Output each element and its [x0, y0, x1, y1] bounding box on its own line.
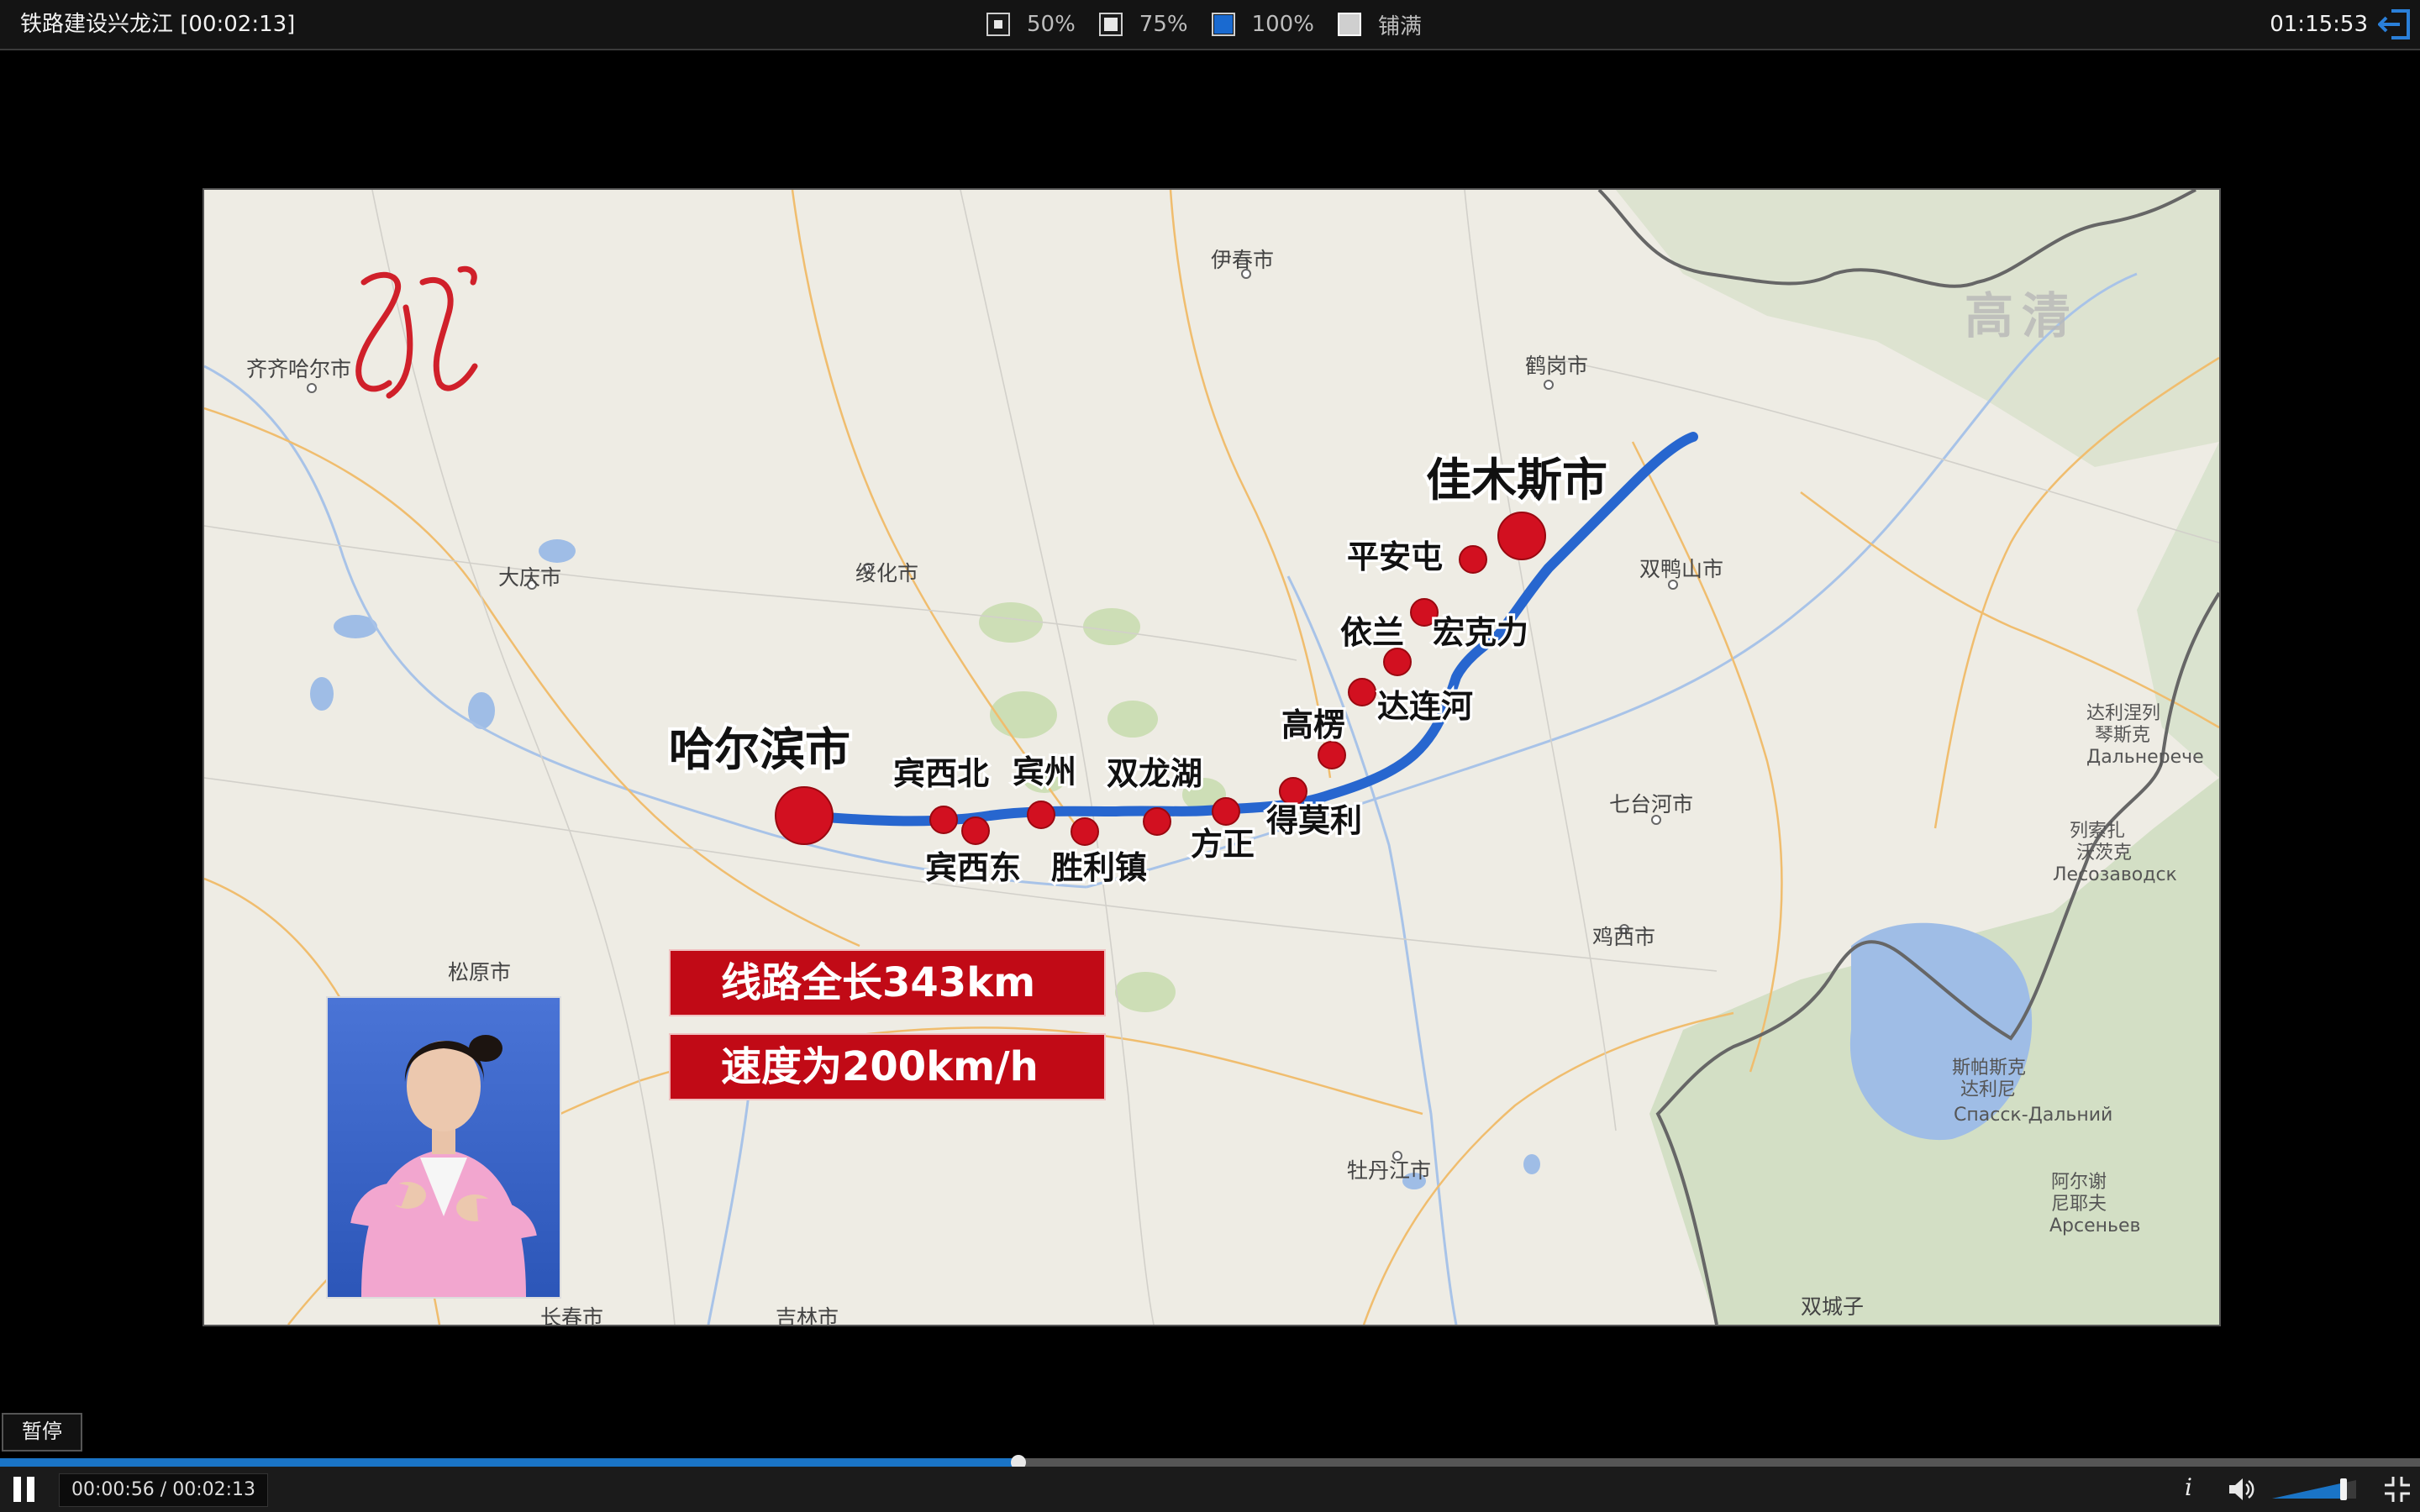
foreign-label: 琴斯克 [2095, 725, 2150, 746]
station-label: 胜利镇 [1051, 849, 1147, 886]
city-label: 吉林市 [776, 1305, 839, 1325]
city-label: 牡丹江市 [1347, 1158, 1431, 1183]
city-label: 绥化市 [855, 561, 918, 585]
city-label: 双鸭山市 [1639, 557, 1723, 581]
terminal-marker-jiamusi [1497, 512, 1546, 560]
station-label: 得莫利 [1266, 802, 1362, 839]
foreign-label: 达利尼 [1960, 1079, 2016, 1100]
station-marker [961, 816, 990, 845]
foreign-label: Арсеньев [2049, 1215, 2141, 1236]
speaker-icon [2229, 1478, 2254, 1500]
city-label: 长春市 [540, 1305, 603, 1325]
volume-button[interactable] [2227, 1475, 2257, 1504]
seek-bar[interactable] [0, 1455, 2420, 1470]
zoom-100-checkbox-icon [1211, 13, 1235, 36]
zoom-fill-label: 铺满 [1377, 13, 1422, 39]
zoom-50-option[interactable]: 50% [986, 12, 1082, 37]
station-label: 平安屯 [1347, 538, 1443, 575]
hd-watermark: 高清 [1965, 287, 2079, 344]
city-label: 松原市 [448, 960, 511, 984]
clock: 01:15:53 [2270, 12, 2368, 37]
zoom-fill-option[interactable]: 铺满 [1337, 9, 1428, 40]
title-bar: 铁路建设兴龙江 [00:02:13] 50% 75% 100% 铺满 01:15… [0, 0, 2420, 50]
seek-bar-played [0, 1458, 1019, 1467]
station-marker [1348, 678, 1376, 706]
station-label: 高楞 [1281, 706, 1345, 743]
city-label: 鹤岗市 [1525, 354, 1588, 378]
foreign-label: 尼耶夫 [2051, 1194, 2107, 1215]
zoom-50-checkbox-icon [986, 13, 1010, 36]
city-label: 七台河市 [1609, 792, 1693, 816]
video-title: 铁路建设兴龙江 [00:02:13] [20, 12, 296, 37]
station-label: 宾西北 [893, 755, 989, 792]
station-label: 宏克力 [1433, 614, 1528, 651]
terminal-label-jiamusi: 佳木斯市 [1426, 454, 1607, 507]
city-label: 伊春市 [1211, 248, 1274, 272]
foreign-label: 阿尔谢 [2051, 1172, 2107, 1193]
zoom-75-label: 75% [1139, 12, 1188, 37]
route-length-caption: 线路全长343km [669, 949, 1106, 1016]
city-label: 齐齐哈尔市 [246, 357, 351, 381]
station-marker [1279, 777, 1307, 806]
time-display: 00:00:56 / 00:02:13 [59, 1473, 269, 1507]
zoom-100-option[interactable]: 100% [1211, 12, 1321, 37]
foreign-label: Спасск-Дальний [1954, 1105, 2112, 1126]
route-speed-caption: 速度为200km/h [669, 1033, 1106, 1100]
foreign-label: 达利涅列 [2086, 703, 2160, 724]
volume-slider[interactable] [2269, 1477, 2361, 1502]
station-marker [1459, 545, 1487, 574]
zoom-50-label: 50% [1027, 12, 1076, 37]
station-marker [1027, 801, 1055, 829]
pause-button[interactable] [12, 1475, 42, 1504]
sign-language-inset [326, 996, 561, 1299]
zoom-fill-checkbox-icon [1337, 13, 1361, 36]
exit-button[interactable] [2377, 8, 2413, 41]
exit-fullscreen-button[interactable] [2383, 1475, 2412, 1504]
city-label: 大庆市 [498, 565, 561, 590]
station-marker [1383, 648, 1412, 676]
station-marker [1143, 807, 1171, 836]
zoom-100-label: 100% [1251, 12, 1314, 37]
terminal-marker-harbin [775, 786, 834, 845]
station-label: 达连河 [1377, 688, 1473, 725]
info-button[interactable]: i [2185, 1473, 2192, 1501]
exit-icon [2377, 9, 2410, 39]
station-marker [1318, 741, 1346, 769]
video-frame[interactable]: 齐齐哈尔市 伊春市 鹤岗市 大庆市 绥化市 双鸭山市 七台河市 鸡西市 松原市 … [203, 188, 2221, 1326]
city-label: 双城子 [1801, 1294, 1864, 1319]
station-marker [929, 806, 958, 834]
station-label: 宾西东 [925, 849, 1021, 886]
city-label: 鸡西市 [1592, 925, 1655, 949]
zoom-selector: 50% 75% 100% 铺满 [986, 0, 1428, 49]
exit-fullscreen-icon [2385, 1477, 2410, 1502]
pause-tooltip: 暂停 [2, 1413, 82, 1452]
volume-level-graphic [2272, 1478, 2356, 1500]
foreign-label: Лесозаводск [2053, 864, 2177, 885]
sign-interpreter-image [350, 1035, 537, 1297]
zoom-75-option[interactable]: 75% [1098, 12, 1195, 37]
station-marker [1212, 797, 1240, 826]
zoom-75-checkbox-icon [1098, 13, 1123, 36]
station-label: 依兰 [1340, 614, 1404, 651]
station-label: 宾州 [1013, 753, 1076, 790]
foreign-label: Дальнеречe [2086, 747, 2204, 768]
foreign-label: 列索扎 [2070, 821, 2125, 842]
foreign-label: 沃茨克 [2076, 843, 2132, 864]
station-label: 方正 [1191, 826, 1255, 863]
control-bar: 00:00:56 / 00:02:13 i [0, 1467, 2420, 1512]
terminal-label-harbin: 哈尔滨市 [669, 723, 850, 776]
station-label: 双龙湖 [1107, 755, 1202, 792]
foreign-label: 斯帕斯克 [1952, 1058, 2026, 1079]
station-marker [1071, 817, 1099, 846]
